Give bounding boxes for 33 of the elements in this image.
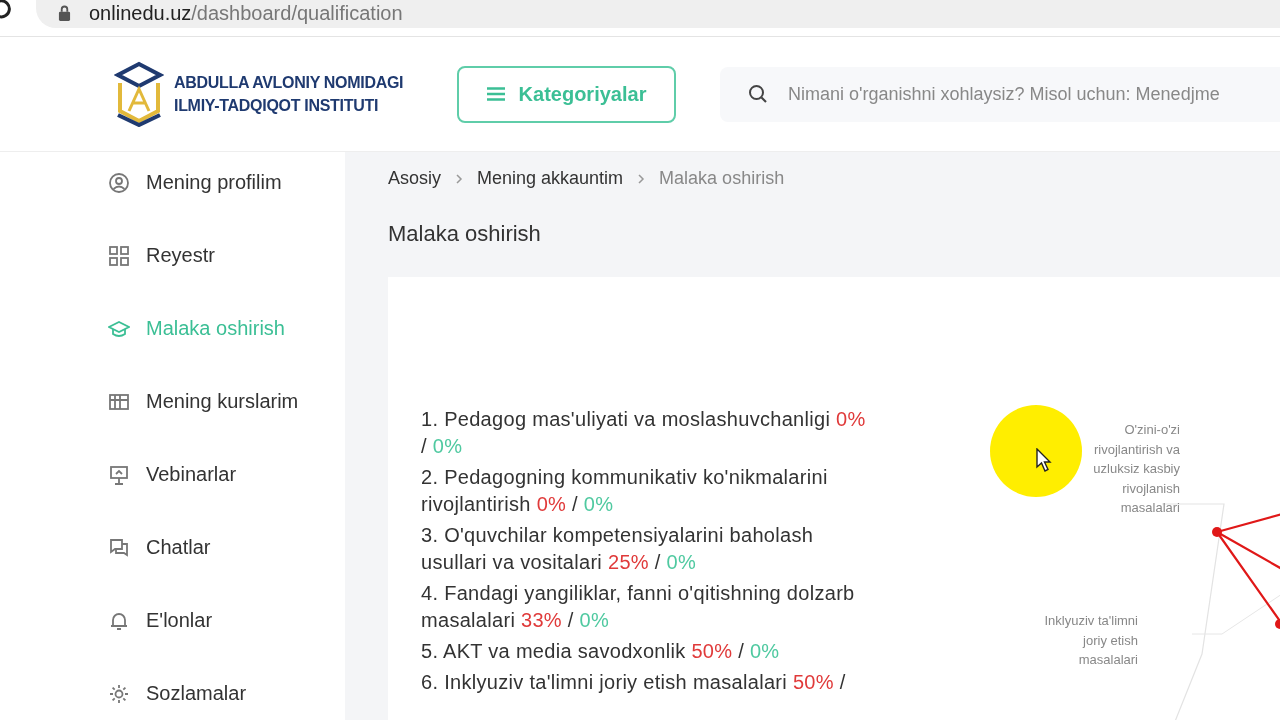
competency-item: 2. Pedagogning kommunikativ ko'nikmalarini rivojlantirish 0% / 0% — [421, 465, 829, 517]
competency-item: 3. O'quvchilar kompetensiyalarini baholash usullari va vositalari 25% / 0% — [421, 523, 815, 575]
competency-item: 4. Fandagi yangiliklar, fanni o'qitishning dolzarb masalalari 33% / 0% — [421, 581, 856, 633]
logo-icon — [114, 61, 164, 127]
breadcrumb-link[interactable]: Asosiy — [388, 168, 441, 189]
sidebar-item[interactable]: Chatlar — [0, 511, 345, 584]
breadcrumb-link[interactable]: Mening akkauntim — [477, 168, 624, 189]
axis-label: Inklyuziv ta'limni joriy etish masalalari — [1043, 612, 1138, 669]
sidebar-item[interactable]: E'lonlar — [0, 584, 345, 657]
sidebar-item[interactable]: Mening profilim — [0, 146, 345, 219]
search-icon — [748, 83, 768, 104]
sidebar-item[interactable]: Mening kurslarim — [0, 365, 345, 438]
competency-item: 6. Inklyuziv ta'limni joriy etish masalalari 50% / — [421, 670, 847, 695]
page-title: Malaka oshirish — [388, 221, 542, 247]
sidebar-item[interactable]: Reyestr — [0, 219, 345, 292]
address-bar[interactable]: onlinedu.uz/dashboard/qualification — [36, 0, 1280, 28]
chevron-icon — [455, 172, 463, 185]
grid-icon — [108, 244, 130, 267]
competency-item: 1. Pedagog mas'uliyati va moslashuvchanligi 0% / 0% — [421, 407, 867, 459]
axis-label: O'zini-o'zi rivojlantirish va uzluksiz kasbiy rivojlanish masalalari — [1092, 421, 1180, 517]
search-field[interactable]: Nimani o'rganishni xohlaysiz? Misol uchun: Menedjme — [720, 66, 1280, 122]
sidebar-item[interactable]: Vebinarlar — [0, 438, 345, 511]
competency-item: 5. AKT va media savodxonlik 50% / 0% — [421, 639, 781, 664]
profile-icon — [108, 171, 130, 194]
presentation-icon — [108, 463, 130, 486]
lock-icon — [58, 4, 71, 22]
menu-icon — [486, 87, 505, 101]
cursor-icon — [1036, 448, 1052, 472]
chat-icon — [108, 536, 130, 559]
logo-text: ABDULLA AVLONIY NOMIDAGI ILMIY-TADQIQOT INSTITUTI — [174, 73, 404, 116]
chevron-icon — [637, 172, 646, 185]
gear-icon — [108, 682, 130, 705]
sidebar-item[interactable]: Sozlamalar — [0, 657, 345, 720]
